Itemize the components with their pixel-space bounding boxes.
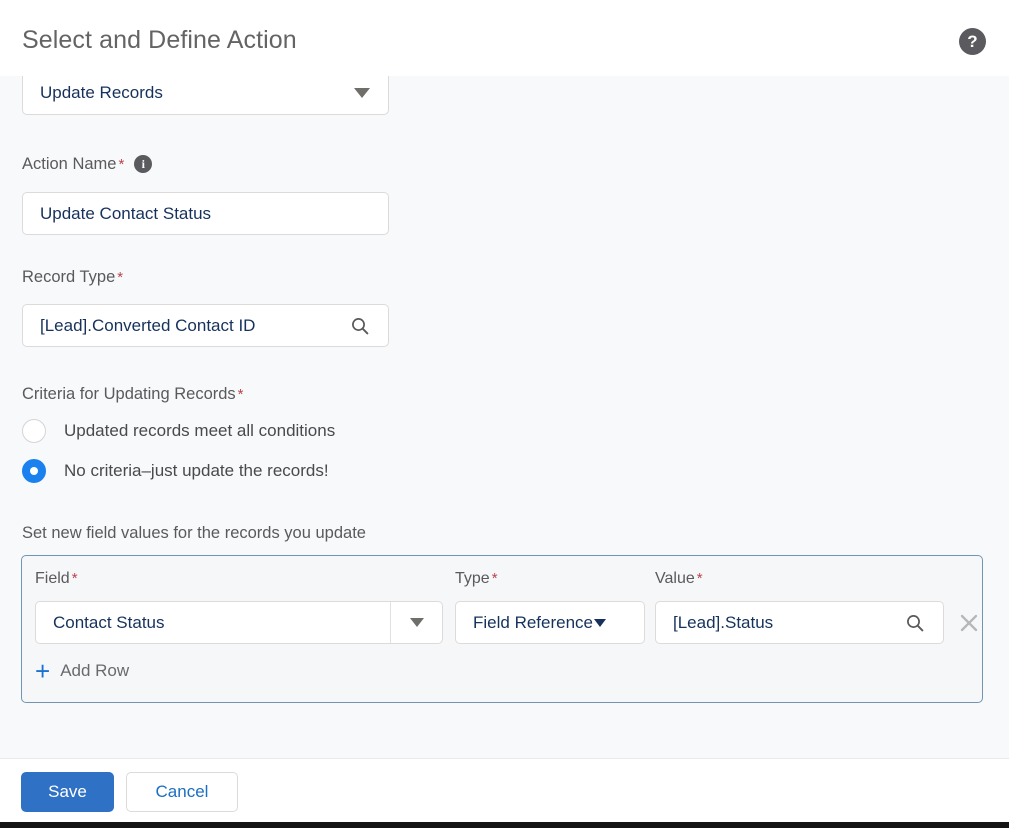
window-right-margin — [1009, 0, 1024, 828]
dialog-footer: Save Cancel — [0, 758, 1009, 822]
radio-button-selected[interactable] — [22, 459, 46, 483]
action-name-value: Update Contact Status — [40, 203, 212, 223]
row-value-text: [Lead].Status — [673, 612, 774, 632]
action-name-label: Action Name * i — [22, 155, 153, 174]
search-icon[interactable] — [350, 316, 370, 336]
action-type-combobox[interactable]: Update Records — [22, 76, 389, 115]
save-button[interactable]: Save — [21, 772, 114, 812]
required-asterisk: * — [117, 269, 124, 286]
column-header-field: Field * — [35, 570, 78, 588]
required-asterisk: * — [71, 570, 78, 587]
record-type-label-text: Record Type — [22, 268, 116, 286]
record-type-label: Record Type * — [22, 268, 123, 287]
page-title: Select and Define Action — [22, 26, 297, 54]
column-header-type-text: Type — [455, 570, 490, 587]
help-question-circle-icon[interactable]: ? — [959, 28, 986, 55]
action-name-label-text: Action Name — [22, 155, 117, 173]
radio-button-unselected[interactable] — [22, 419, 46, 443]
action-name-input[interactable]: Update Contact Status — [22, 192, 389, 235]
required-asterisk: * — [118, 156, 125, 173]
row-type-value: Field Reference — [473, 612, 594, 632]
record-type-value: [Lead].Converted Contact ID — [40, 315, 256, 335]
plus-icon: + — [35, 656, 51, 686]
action-type-value: Update Records — [40, 83, 163, 102]
criteria-radio-no-criteria[interactable]: No criteria–just update the records! — [22, 459, 329, 483]
close-x-icon[interactable] — [957, 611, 981, 635]
row-type-select[interactable]: Field Reference — [455, 601, 645, 644]
select-and-define-action-screen: Select and Define Action ? Update Record… — [0, 0, 1024, 828]
criteria-label: Criteria for Updating Records * — [22, 385, 244, 404]
dialog-body: Update Records Action Name * i Update Cont… — [0, 76, 1009, 758]
criteria-label-text: Criteria for Updating Records — [22, 385, 236, 403]
criteria-option-label: Updated records meet all conditions — [64, 421, 336, 440]
column-header-field-text: Field — [35, 570, 70, 587]
field-values-caption: Set new field values for the records you… — [22, 524, 366, 542]
chevron-down-icon — [354, 88, 370, 98]
column-header-value: Value * — [655, 570, 703, 588]
column-header-type: Type * — [455, 570, 498, 588]
required-asterisk: * — [491, 570, 498, 587]
search-icon[interactable] — [905, 613, 925, 633]
criteria-radio-meet-all-conditions[interactable]: Updated records meet all conditions — [22, 419, 335, 443]
row-field-value: Contact Status — [53, 612, 165, 632]
add-row-label: Add Row — [60, 661, 130, 680]
window-bottom-edge — [0, 822, 1009, 828]
row-field-combobox[interactable]: Contact Status — [35, 601, 443, 644]
row-field-dropdown-button[interactable] — [390, 602, 442, 643]
row-value-lookup-input[interactable]: [Lead].Status — [655, 601, 944, 644]
cancel-button[interactable]: Cancel — [126, 772, 238, 812]
field-values-panel: Field * Type * Value * Contact Status Field… — [21, 555, 983, 703]
dialog-header: Select and Define Action ? — [0, 0, 1009, 76]
record-type-lookup-input[interactable]: [Lead].Converted Contact ID — [22, 304, 389, 347]
criteria-option-label: No criteria–just update the records! — [64, 461, 329, 480]
chevron-down-icon — [594, 618, 607, 627]
column-header-value-text: Value — [655, 570, 695, 587]
add-row-button[interactable]: + Add Row — [35, 656, 130, 686]
required-asterisk: * — [237, 386, 244, 403]
required-asterisk: * — [696, 570, 703, 587]
info-circle-icon[interactable]: i — [134, 155, 153, 173]
chevron-down-icon — [409, 618, 424, 627]
